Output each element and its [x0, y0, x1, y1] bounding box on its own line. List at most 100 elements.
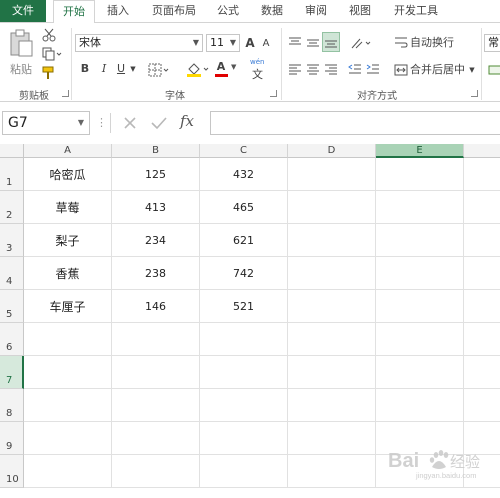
alignment-launcher[interactable]: [471, 90, 478, 97]
format-painter-icon[interactable]: [42, 66, 56, 80]
font-name-select[interactable]: 宋体 ▼: [75, 34, 203, 52]
column-header-b[interactable]: B: [112, 144, 200, 158]
cell[interactable]: [112, 389, 200, 422]
clipboard-launcher[interactable]: [62, 90, 69, 97]
cell[interactable]: 125: [112, 158, 200, 191]
cell[interactable]: [24, 455, 112, 488]
cell[interactable]: [288, 389, 376, 422]
row-header-10[interactable]: 10: [0, 455, 24, 488]
cell[interactable]: [288, 224, 376, 257]
chevron-down-icon[interactable]: ▼: [129, 60, 137, 78]
column-header-f[interactable]: [464, 144, 500, 158]
row-header-2[interactable]: 2: [0, 191, 24, 224]
more-icon[interactable]: ⋮: [96, 116, 107, 129]
cell[interactable]: [464, 191, 500, 224]
cell[interactable]: 146: [112, 290, 200, 323]
cut-icon[interactable]: [42, 28, 56, 42]
name-box[interactable]: G7 ▼: [2, 111, 90, 135]
wrap-text-icon[interactable]: [394, 36, 408, 50]
cell[interactable]: 哈密瓜: [24, 158, 112, 191]
cell[interactable]: 香蕉: [24, 257, 112, 290]
column-header-a[interactable]: A: [24, 144, 112, 158]
cell[interactable]: [24, 356, 112, 389]
copy-icon[interactable]: [42, 47, 62, 61]
cell[interactable]: 234: [112, 224, 200, 257]
decrease-indent-icon[interactable]: [348, 63, 362, 77]
cell[interactable]: [464, 323, 500, 356]
cell[interactable]: [200, 455, 288, 488]
tab-file[interactable]: 文件: [0, 0, 46, 22]
borders-icon[interactable]: [148, 63, 170, 77]
cell[interactable]: [464, 290, 500, 323]
cell[interactable]: [288, 422, 376, 455]
align-center-icon[interactable]: [306, 63, 320, 77]
cell[interactable]: 草莓: [24, 191, 112, 224]
worksheet-grid[interactable]: A B C D E 1 哈密瓜 125 432 2 草莓 413 465 3 梨子 234 621 4 香蕉 238 7…: [0, 144, 500, 498]
cell[interactable]: [288, 191, 376, 224]
underline-button[interactable]: U: [114, 60, 128, 78]
cell[interactable]: [376, 389, 464, 422]
cell[interactable]: [112, 323, 200, 356]
cell[interactable]: 梨子: [24, 224, 112, 257]
cell[interactable]: [288, 455, 376, 488]
tab-page-layout[interactable]: 页面布局: [146, 0, 202, 22]
font-color-button[interactable]: A ▼: [214, 60, 240, 78]
row-header-1[interactable]: 1: [0, 158, 24, 191]
grow-font-button[interactable]: A: [243, 34, 257, 52]
cell[interactable]: 521: [200, 290, 288, 323]
align-middle-icon[interactable]: [306, 36, 320, 50]
row-header-4[interactable]: 4: [0, 257, 24, 290]
tab-data[interactable]: 数据: [256, 0, 288, 22]
cell[interactable]: [200, 389, 288, 422]
row-header-3[interactable]: 3: [0, 224, 24, 257]
cell[interactable]: [288, 158, 376, 191]
row-header-9[interactable]: 9: [0, 422, 24, 455]
formula-input[interactable]: [210, 111, 500, 135]
cell[interactable]: [288, 257, 376, 290]
cell[interactable]: [288, 356, 376, 389]
number-format-select[interactable]: 常: [484, 34, 500, 52]
phonetic-button[interactable]: wén 文: [250, 58, 272, 81]
enter-check-icon[interactable]: [150, 115, 168, 131]
cell[interactable]: [376, 323, 464, 356]
align-top-icon[interactable]: [288, 36, 302, 50]
paste-button[interactable]: 粘贴: [6, 27, 36, 83]
cell[interactable]: [376, 158, 464, 191]
orientation-icon[interactable]: [350, 36, 376, 50]
column-header-c[interactable]: C: [200, 144, 288, 158]
cell[interactable]: [24, 422, 112, 455]
column-header-e[interactable]: E: [376, 144, 464, 158]
tab-developer[interactable]: 开发工具: [388, 0, 444, 22]
cell[interactable]: [376, 290, 464, 323]
currency-icon[interactable]: [488, 63, 500, 77]
cell[interactable]: [24, 323, 112, 356]
cell[interactable]: 413: [112, 191, 200, 224]
select-all-corner[interactable]: [0, 144, 24, 158]
cell[interactable]: [200, 356, 288, 389]
italic-button[interactable]: I: [97, 60, 111, 78]
cell[interactable]: 车厘子: [24, 290, 112, 323]
increase-indent-icon[interactable]: [366, 63, 380, 77]
align-right-icon[interactable]: [324, 63, 338, 77]
row-header-8[interactable]: 8: [0, 389, 24, 422]
wrap-text-button[interactable]: 自动换行: [410, 34, 454, 52]
cell[interactable]: [112, 455, 200, 488]
font-size-select[interactable]: 11 ▼: [206, 34, 240, 52]
row-header-6[interactable]: 6: [0, 323, 24, 356]
bold-button[interactable]: B: [78, 60, 92, 78]
font-launcher[interactable]: [270, 90, 277, 97]
cell[interactable]: 238: [112, 257, 200, 290]
cell[interactable]: [464, 158, 500, 191]
cell[interactable]: [288, 323, 376, 356]
cell[interactable]: [112, 422, 200, 455]
cell[interactable]: [376, 224, 464, 257]
merge-center-button[interactable]: 合并后居中: [410, 61, 466, 79]
cell[interactable]: 621: [200, 224, 288, 257]
tab-review[interactable]: 审阅: [300, 0, 332, 22]
insert-function-button[interactable]: fx: [180, 112, 194, 130]
cell[interactable]: [200, 323, 288, 356]
merge-center-icon[interactable]: [394, 63, 408, 77]
cell[interactable]: 432: [200, 158, 288, 191]
cell[interactable]: 742: [200, 257, 288, 290]
cell[interactable]: [376, 356, 464, 389]
